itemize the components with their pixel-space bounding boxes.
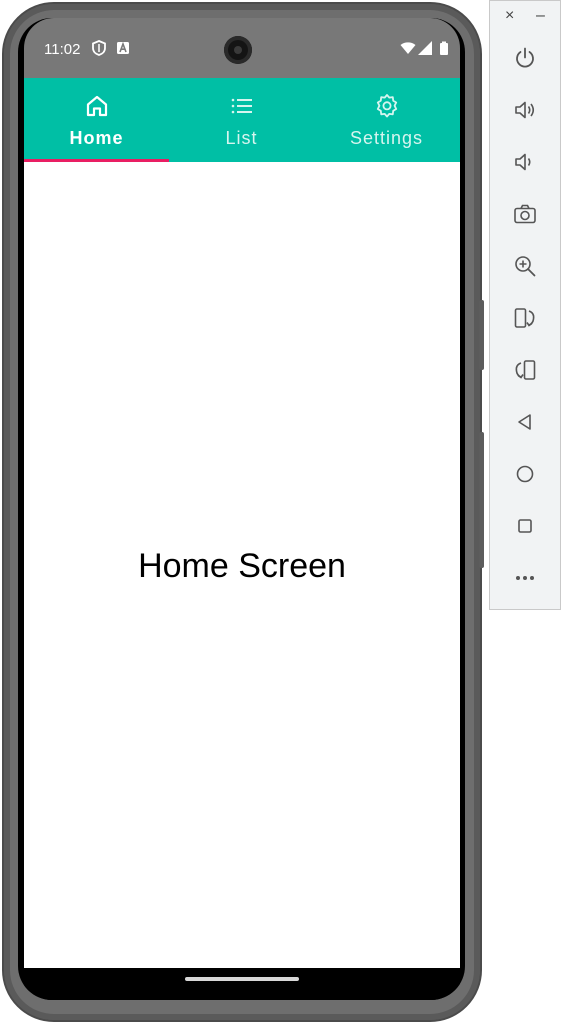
camera-icon [514,204,536,224]
zoom-icon [515,256,536,277]
more-icon [516,576,534,580]
wifi-icon [400,42,416,54]
back-icon [518,414,531,430]
volume-down-icon [515,153,531,171]
tab-list-label: List [225,128,258,148]
rotate-right-icon [515,360,536,380]
front-camera [224,36,252,64]
tab-list[interactable]: List [169,78,314,162]
volume-up-button[interactable] [508,93,542,127]
power-button[interactable] [508,41,542,75]
battery-icon [440,41,448,55]
a-badge-icon [117,41,129,54]
home-content: Home Screen [24,162,460,968]
gear-icon [376,94,397,118]
gesture-handle[interactable] [185,977,299,981]
page-title: Home Screen [138,547,346,585]
status-time: 11:02 [44,41,81,58]
rotate-left-icon [514,308,535,328]
back-button[interactable] [508,405,542,439]
power-icon [516,47,534,68]
overview-icon [518,519,532,533]
signal-icon [418,41,432,55]
tab-home[interactable]: Home [24,78,169,162]
rotate-right-button[interactable] [508,353,542,387]
home-icon [86,95,107,117]
tab-settings-label: Settings [349,128,424,148]
close-button[interactable]: × [505,7,514,25]
device-power-key [479,300,484,370]
home-circle-icon [516,465,534,483]
zoom-button[interactable] [508,249,542,283]
minimize-button[interactable]: – [536,7,545,25]
list-icon [231,98,252,114]
shield-icon [92,40,106,56]
volume-up-icon [515,101,535,119]
more-button[interactable] [508,561,542,595]
tab-bar: Home List Settings [24,78,460,162]
tab-home-label: Home [69,128,124,148]
emulator-toolbar: × – [489,0,561,610]
device-screen: 11:02 Home List Settings Home Screen [18,18,465,1000]
home-button[interactable] [508,457,542,491]
volume-down-button[interactable] [508,145,542,179]
rotate-left-button[interactable] [508,301,542,335]
overview-button[interactable] [508,509,542,543]
device-volume-key [479,432,484,568]
screenshot-button[interactable] [508,197,542,231]
gesture-nav-bar [24,968,460,1000]
tab-settings[interactable]: Settings [314,78,459,162]
